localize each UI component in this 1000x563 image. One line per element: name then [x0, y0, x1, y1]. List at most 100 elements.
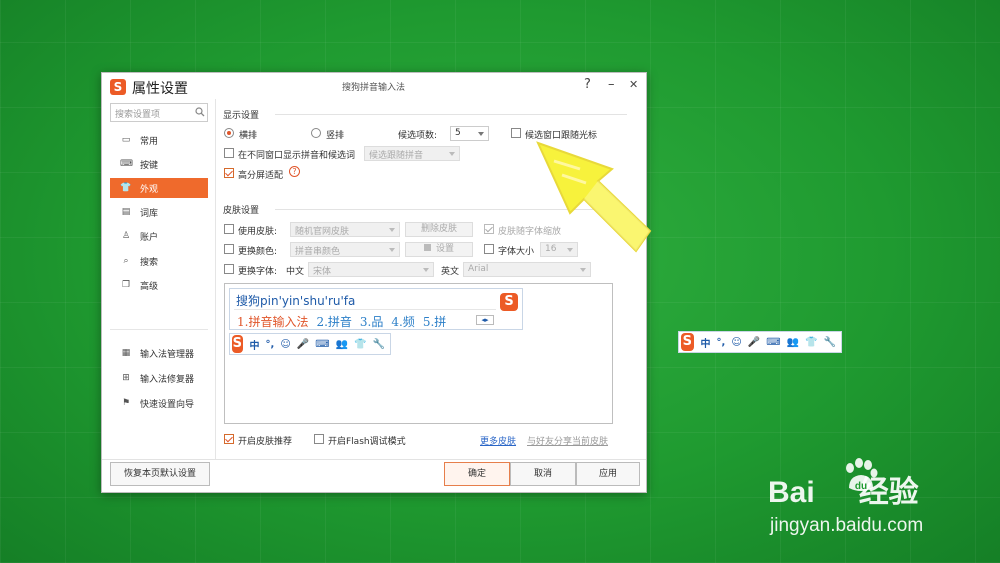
sidebar-item-appearance[interactable]: 👕 外观 — [110, 178, 208, 198]
chinese-font-value: 宋体 — [313, 267, 332, 277]
ok-button[interactable]: 确定 — [444, 462, 510, 486]
keyboard-icon: ⌨ — [315, 338, 330, 350]
skin-recommend-checkbox[interactable] — [224, 434, 234, 444]
help-icon[interactable]: ? — [289, 166, 300, 177]
book-icon: ▤ — [121, 207, 131, 217]
sogou-logo-icon: S — [232, 335, 243, 353]
candidate-list: 1.拼音输入法 2.拼音 3.品 4.频 5.拼 — [237, 313, 454, 330]
sidebar-item-ime-manager[interactable]: ▦ 输入法管理器 — [110, 343, 208, 363]
sidebar-item-label: 账户 — [140, 232, 159, 243]
user-icon: ♙ — [121, 231, 131, 241]
change-color-checkbox[interactable] — [224, 244, 234, 254]
layers-icon: ❐ — [121, 280, 131, 290]
color-settings-button[interactable]: 设置 — [405, 242, 473, 257]
use-skin-checkbox[interactable] — [224, 224, 234, 234]
font-size-checkbox[interactable] — [484, 244, 494, 254]
delete-skin-button[interactable]: 删除皮肤 — [405, 222, 473, 237]
sidebar-item-label: 输入法管理器 — [140, 349, 195, 360]
candidate-item: 5.拼 — [422, 315, 447, 329]
show-pinyin-select[interactable]: 候选跟随拼音 — [364, 146, 460, 161]
manager-icon: ▦ — [121, 348, 131, 358]
candidate-count-value: 5 — [455, 128, 461, 138]
wrench-icon: 🔧 — [372, 338, 385, 350]
sidebar-item-advanced[interactable]: ❐ 高级 — [110, 275, 208, 295]
floating-status-bar[interactable]: S 中 °, ☺ 🎤 ⌨ 👥 👕 🔧 — [678, 331, 842, 353]
punctuation-icon[interactable]: °, — [717, 337, 726, 348]
microphone-icon: 🎤 — [296, 338, 310, 350]
horizontal-radio[interactable] — [224, 128, 234, 138]
sidebar-item-search[interactable]: ⌕ 搜索 — [110, 251, 208, 271]
vertical-radio[interactable] — [311, 128, 321, 138]
title-bar: S 属性设置 搜狗拼音输入法 ? – ✕ — [102, 73, 646, 99]
candidate-item: 3.品 — [359, 315, 384, 329]
microphone-icon[interactable]: 🎤 — [748, 337, 760, 348]
help-button[interactable]: ? — [584, 77, 591, 92]
change-font-label: 更换字体: — [238, 267, 278, 277]
show-pinyin-checkbox[interactable] — [224, 148, 234, 158]
emoji-icon[interactable]: ☺ — [731, 337, 741, 348]
color-settings-label: 设置 — [435, 244, 454, 254]
share-skin-link[interactable]: 与好友分享当前皮肤 — [527, 434, 608, 447]
sidebar-item-lexicon[interactable]: ▤ 词库 — [110, 202, 208, 222]
flash-debug-checkbox[interactable] — [314, 434, 324, 444]
users-icon[interactable]: 👥 — [787, 337, 799, 348]
search-icon[interactable] — [195, 107, 205, 117]
punctuation-icon: °, — [265, 338, 275, 350]
keyboard-icon[interactable]: ⌨ — [766, 337, 780, 348]
sidebar-item-label: 搜索 — [140, 257, 159, 268]
paw-logo-icon: du — [846, 458, 878, 492]
skin-section-title: 皮肤设置 — [223, 206, 260, 216]
flag-icon: ⚑ — [121, 398, 131, 408]
use-skin-select[interactable]: 随机官网皮肤 — [290, 222, 400, 237]
sogou-logo-icon: S — [500, 293, 518, 311]
chevron-down-icon — [478, 132, 484, 136]
chinese-mode-icon[interactable]: 中 — [701, 335, 711, 350]
sidebar-item-keys[interactable]: ⌨ 按键 — [110, 154, 208, 174]
sogou-logo-icon: S — [681, 333, 694, 351]
tshirt-icon: 👕 — [120, 183, 132, 193]
wrench-icon[interactable]: 🔧 — [824, 337, 836, 348]
sidebar-item-label: 外观 — [140, 184, 159, 195]
tshirt-icon[interactable]: 👕 — [805, 337, 817, 348]
pinyin-prefix: 搜狗 — [236, 294, 261, 308]
window-subtitle: 搜狗拼音输入法 — [342, 83, 406, 93]
sidebar-item-label: 输入法修复器 — [140, 374, 195, 385]
chinese-font-label: 中文 — [286, 267, 305, 277]
change-font-checkbox[interactable] — [224, 264, 234, 274]
candidate-item: 4.频 — [391, 315, 415, 329]
candidate-count-select[interactable]: 5 — [450, 126, 489, 141]
more-skins-link[interactable]: 更多皮肤 — [480, 434, 516, 447]
tshirt-icon: 👕 — [354, 338, 367, 350]
chinese-font-select[interactable]: 宋体 — [308, 262, 434, 277]
minimize-button[interactable]: – — [608, 77, 615, 92]
chevron-down-icon — [389, 228, 395, 232]
vertical-label: 竖排 — [326, 131, 345, 141]
sidebar-item-label: 词库 — [140, 208, 159, 219]
sidebar-item-common[interactable]: ▭ 常用 — [110, 130, 208, 150]
flash-debug-label: 开启Flash调试模式 — [328, 437, 406, 447]
sidebar-item-account[interactable]: ♙ 账户 — [110, 226, 208, 246]
annotation-arrow-icon — [536, 141, 652, 253]
skin-font-scale-checkbox[interactable] — [484, 224, 494, 234]
sidebar-item-ime-repair[interactable]: ⊞ 输入法修复器 — [110, 368, 208, 388]
skin-recommend-label: 开启皮肤推荐 — [238, 437, 293, 447]
apply-button[interactable]: 应用 — [576, 462, 640, 486]
pinyin-string: pin'yin'shu'ru'fa — [260, 294, 356, 308]
search-input[interactable]: 搜索设置项 — [110, 103, 208, 122]
color-swatch-icon — [423, 244, 431, 251]
change-color-select[interactable]: 拼音串颜色 — [290, 242, 400, 257]
candidate-count-label: 候选项数: — [398, 131, 438, 141]
chevron-down-icon — [423, 268, 429, 272]
hidpi-checkbox[interactable] — [224, 168, 234, 178]
display-section-title: 显示设置 — [223, 111, 260, 121]
baidu-jingyan-watermark: Bai 经验 du jingyan.baidu.com — [768, 455, 968, 545]
sogou-logo-icon: S — [110, 79, 126, 95]
close-button[interactable]: ✕ — [629, 78, 638, 91]
dialog-footer: 恢复本页默认设置 确定 取消 应用 — [102, 459, 646, 494]
restore-defaults-button[interactable]: 恢复本页默认设置 — [110, 462, 210, 486]
skin-preview: 搜狗pin'yin'shu'ru'fa S 1.拼音输入法 2.拼音 3.品 4.频 5… — [224, 283, 613, 424]
hidpi-label: 高分屏适配 — [238, 171, 284, 181]
toolbox-icon: ⊞ — [122, 373, 130, 383]
cancel-button[interactable]: 取消 — [510, 462, 576, 486]
sidebar-item-setup-wizard[interactable]: ⚑ 快速设置向导 — [110, 393, 208, 413]
